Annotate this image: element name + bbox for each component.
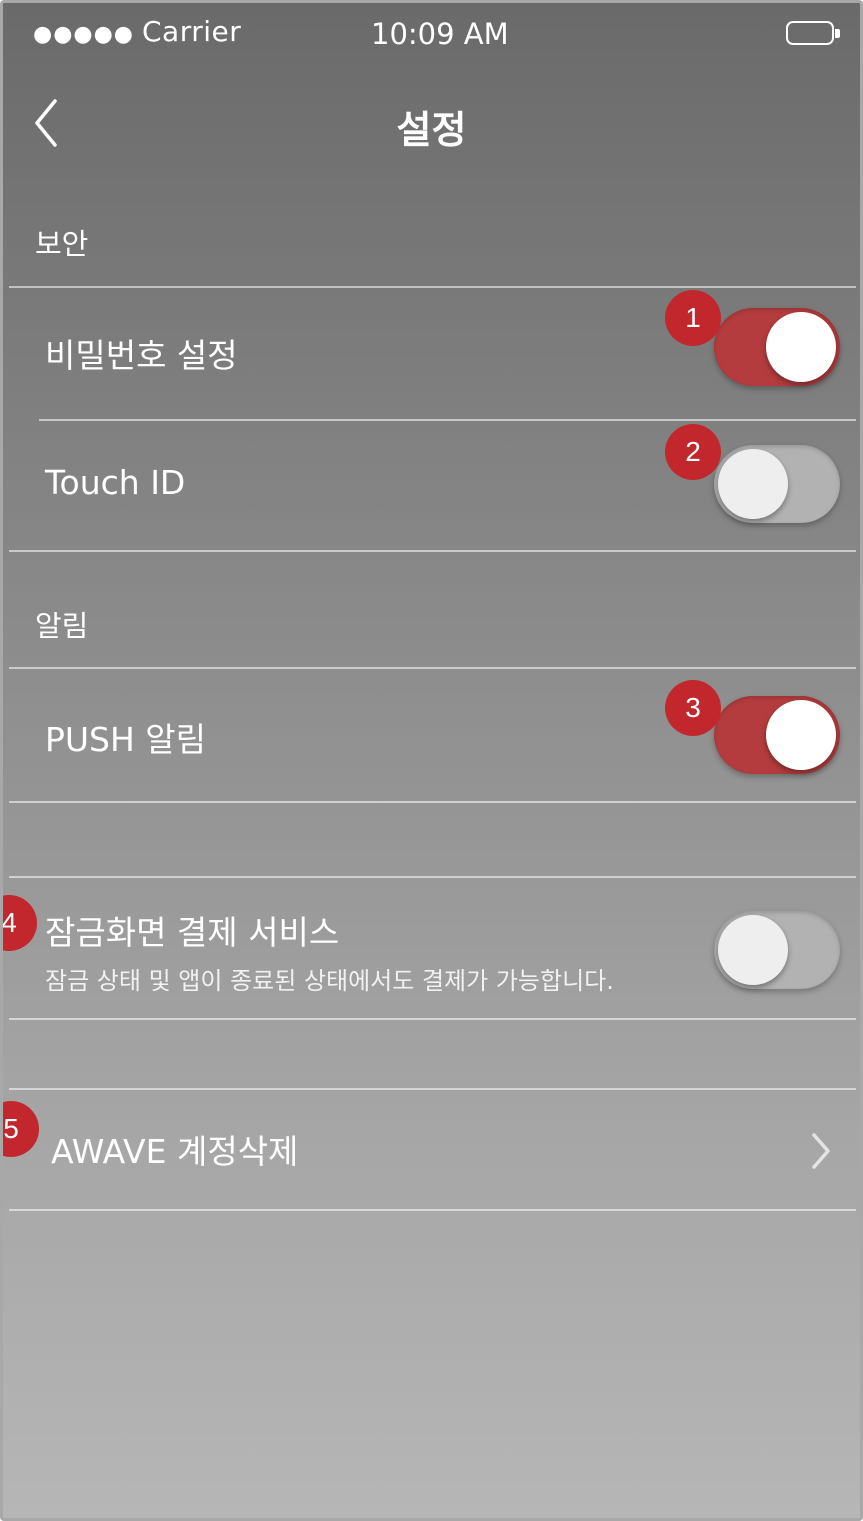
page-title: 설정 <box>396 108 467 152</box>
divider <box>9 286 856 288</box>
status-bar: ●●●●● Carrier 10:09 AM <box>3 3 860 65</box>
toggle-knob <box>766 700 836 770</box>
chevron-right-icon <box>812 1133 830 1169</box>
toggle-knob <box>766 312 836 382</box>
annotation-badge-1: 1 <box>665 290 721 346</box>
push-notification-label: PUSH 알림 <box>45 720 207 759</box>
password-setting-label: 비밀번호 설정 <box>45 336 238 375</box>
account-delete-chevron[interactable] <box>808 1131 834 1171</box>
signal-dots-icon: ●●●●● <box>33 22 134 47</box>
divider <box>9 801 856 803</box>
divider <box>9 550 856 552</box>
annotation-badge-3: 3 <box>665 680 721 736</box>
toggle-knob <box>718 915 788 985</box>
annotation-badge-2: 2 <box>665 424 721 480</box>
account-delete-label[interactable]: AWAVE 계정삭제 <box>51 1125 298 1173</box>
battery-icon <box>786 21 840 45</box>
status-time: 10:09 AM <box>371 17 509 51</box>
divider <box>9 1209 856 1211</box>
annotation-badge-4: 4 <box>3 895 37 951</box>
touch-id-toggle[interactable] <box>714 445 840 523</box>
password-toggle[interactable] <box>714 308 840 386</box>
settings-screen: ●●●●● Carrier 10:09 AM 설정 보안 비밀번호 설정 1 To… <box>0 0 863 1521</box>
divider <box>9 667 856 669</box>
section-header-security: 보안 <box>35 227 89 261</box>
divider <box>9 1018 856 1020</box>
toggle-knob <box>718 449 788 519</box>
annotation-badge-5: 5 <box>3 1101 39 1157</box>
divider <box>9 1088 856 1090</box>
carrier-name: Carrier <box>141 15 242 48</box>
lockscreen-payment-description: 잠금 상태 및 앱이 종료된 상태에서도 결제가 가능합니다. <box>45 967 614 995</box>
lockscreen-payment-label: 잠금화면 결제 서비스 <box>45 913 340 952</box>
carrier-info: ●●●●● Carrier <box>33 15 241 48</box>
lockscreen-payment-toggle[interactable] <box>714 911 840 989</box>
divider <box>39 419 856 421</box>
section-header-notifications: 알림 <box>35 609 89 643</box>
touch-id-label: Touch ID <box>45 463 186 502</box>
divider <box>9 876 856 878</box>
nav-bar: 설정 <box>3 73 860 173</box>
push-notification-toggle[interactable] <box>714 696 840 774</box>
